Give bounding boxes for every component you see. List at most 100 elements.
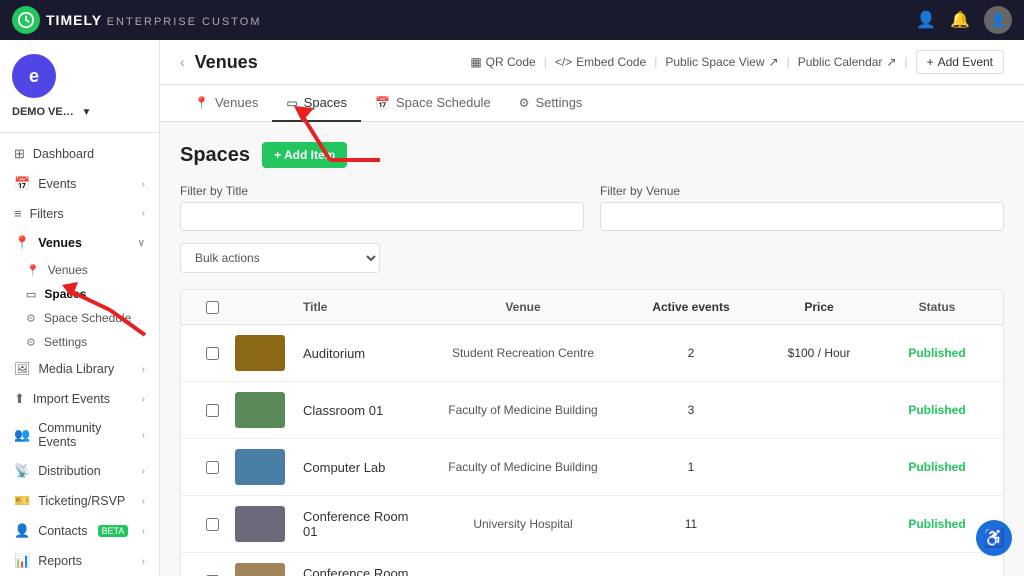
row-title[interactable]: Auditorium xyxy=(303,346,415,361)
sidebar-item-filters[interactable]: ≡ Filters › xyxy=(0,199,159,228)
venues-tab-icon: 📍 xyxy=(194,96,209,110)
row-checkbox[interactable] xyxy=(206,347,219,360)
chevron-right-icon: › xyxy=(142,556,145,567)
events-icon: 📅 xyxy=(14,176,30,192)
filter-title-group: Filter by Title xyxy=(180,184,584,231)
distribution-icon: 📡 xyxy=(14,463,30,479)
th-venue: Venue xyxy=(423,300,623,314)
spaces-table: Title Venue Active events Price Status A… xyxy=(180,289,1004,576)
sidebar-item-reports[interactable]: 📊 Reports › xyxy=(0,546,159,576)
sidebar-subitem-label: Space Schedule xyxy=(44,311,131,325)
sidebar-item-label: Ticketing/RSVP xyxy=(38,494,125,508)
sidebar-subitem-space-schedule[interactable]: ⚙ Space Schedule xyxy=(0,306,159,330)
tab-settings[interactable]: ⚙ Settings xyxy=(505,85,597,122)
row-active-events: 3 xyxy=(631,403,751,417)
brand-name: TIMELY ENTERPRISE CUSTOM xyxy=(46,12,262,28)
row-venue: University Hospital xyxy=(423,517,623,531)
content-header-left: ‹ Venues xyxy=(180,52,258,73)
add-event-button[interactable]: + Add Event xyxy=(916,50,1004,74)
embed-icon: </> xyxy=(555,55,572,69)
embed-code-link[interactable]: </> Embed Code xyxy=(555,55,646,69)
row-title[interactable]: Conference Room 02 xyxy=(303,566,415,576)
row-title[interactable]: Computer Lab xyxy=(303,460,415,475)
filter-row: Filter by Title Filter by Venue xyxy=(180,184,1004,231)
filters-icon: ≡ xyxy=(14,206,22,221)
filter-venue-group: Filter by Venue xyxy=(600,184,1004,231)
spaces-header: Spaces + Add Item xyxy=(180,142,1004,168)
tab-space-schedule[interactable]: 📅 Space Schedule xyxy=(361,85,505,122)
row-thumbnail xyxy=(235,449,285,485)
sidebar-item-label: Venues xyxy=(38,236,82,250)
row-status: Published xyxy=(887,403,987,417)
chevron-right-icon: › xyxy=(142,466,145,477)
external-link-icon: ↗ xyxy=(769,55,779,69)
row-checkbox[interactable] xyxy=(206,518,219,531)
row-active-events: 1 xyxy=(631,460,751,474)
bulk-actions-select[interactable]: Bulk actions xyxy=(180,243,380,273)
sidebar-avatar: e xyxy=(12,54,56,98)
page-title: Venues xyxy=(195,52,258,73)
row-active-events: 11 xyxy=(631,517,751,531)
sidebar-subitem-settings[interactable]: ⚙ Settings xyxy=(0,330,159,354)
th-status: Status xyxy=(887,300,987,314)
row-venue: Student Recreation Centre xyxy=(423,346,623,360)
sidebar-subitem-label: Settings xyxy=(44,335,87,349)
avatar[interactable]: 👤 xyxy=(984,6,1012,34)
bell-icon[interactable]: 🔔 xyxy=(950,10,970,30)
tab-spaces[interactable]: ▭ Spaces xyxy=(272,85,361,122)
add-item-button[interactable]: + Add Item xyxy=(262,142,347,168)
table-header: Title Venue Active events Price Status xyxy=(181,290,1003,325)
row-thumbnail xyxy=(235,335,285,371)
chevron-right-icon: › xyxy=(142,394,145,405)
separator: | xyxy=(787,55,790,69)
qr-code-link[interactable]: ▦ QR Code xyxy=(470,55,535,69)
row-thumbnail xyxy=(235,563,285,576)
row-title[interactable]: Classroom 01 xyxy=(303,403,415,418)
separator: | xyxy=(654,55,657,69)
plus-icon: + xyxy=(927,55,934,69)
spaces-tab-icon: ▭ xyxy=(286,96,297,110)
logo-icon xyxy=(12,6,40,34)
tab-venues-label: Venues xyxy=(215,95,258,110)
sidebar-item-distribution[interactable]: 📡 Distribution › xyxy=(0,456,159,486)
sidebar-item-import-events[interactable]: ⬆ Import Events › xyxy=(0,384,159,414)
user-icon[interactable]: 👤 xyxy=(916,10,936,30)
row-status: Published xyxy=(887,460,987,474)
row-thumbnail xyxy=(235,506,285,542)
sidebar-item-events[interactable]: 📅 Events › xyxy=(0,169,159,199)
accessibility-button[interactable]: ♿ xyxy=(976,520,1012,556)
public-space-view-link[interactable]: Public Space View ↗ xyxy=(665,55,778,69)
row-venue: Faculty of Medicine Building xyxy=(423,403,623,417)
sidebar-subitem-spaces[interactable]: ▭ Spaces xyxy=(0,282,159,306)
filter-venue-input[interactable] xyxy=(600,202,1004,231)
tab-venues[interactable]: 📍 Venues xyxy=(180,85,272,122)
row-venue: Faculty of Medicine Building xyxy=(423,460,623,474)
chevron-right-icon: › xyxy=(142,364,145,375)
sidebar-item-contacts[interactable]: 👤 Contacts BETA › xyxy=(0,516,159,546)
filter-title-label: Filter by Title xyxy=(180,184,584,198)
collapse-sidebar-button[interactable]: ‹ xyxy=(180,54,185,70)
row-checkbox[interactable] xyxy=(206,461,219,474)
public-calendar-link[interactable]: Public Calendar ↗ xyxy=(798,55,897,69)
separator: | xyxy=(904,55,907,69)
select-all-checkbox[interactable] xyxy=(206,301,219,314)
row-checkbox[interactable] xyxy=(206,404,219,417)
sidebar-item-label: Contacts xyxy=(38,524,87,538)
row-title[interactable]: Conference Room 01 xyxy=(303,509,415,539)
topnav-actions: 👤 🔔 👤 xyxy=(916,6,1012,34)
tab-settings-label: Settings xyxy=(535,95,582,110)
spaces-content: Spaces + Add Item Filter by Title Filter… xyxy=(160,122,1024,576)
venues-icon: 📍 xyxy=(14,235,30,251)
sidebar-item-label: Events xyxy=(38,177,76,191)
sidebar-item-media-library[interactable]: 🖼 Media Library › xyxy=(0,354,159,384)
sidebar-item-venues[interactable]: 📍 Venues ∨ xyxy=(0,228,159,258)
org-dropdown[interactable]: DEMO VENUE MANAGEMEN ▼ xyxy=(12,106,147,118)
chevron-right-icon: › xyxy=(142,179,145,190)
filter-title-input[interactable] xyxy=(180,202,584,231)
sidebar-item-community-events[interactable]: 👥 Community Events › xyxy=(0,414,159,456)
sidebar-item-ticketing[interactable]: 🎫 Ticketing/RSVP › xyxy=(0,486,159,516)
table-row: Auditorium Student Recreation Centre 2 $… xyxy=(181,325,1003,382)
sidebar-subitem-venues[interactable]: 📍 Venues xyxy=(0,258,159,282)
sidebar-item-dashboard[interactable]: ⊞ Dashboard xyxy=(0,139,159,169)
tab-space-schedule-label: Space Schedule xyxy=(396,95,491,110)
